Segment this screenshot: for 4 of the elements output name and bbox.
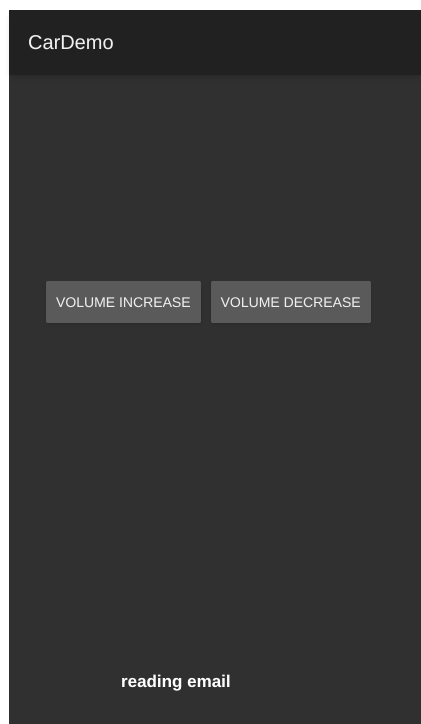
status-text: reading email [121, 670, 231, 693]
app-title: CarDemo [28, 30, 114, 56]
volume-button[interactable]: VOLUME INCREASE [46, 281, 201, 323]
volume-button[interactable]: VOLUME DECREASE [210, 281, 371, 323]
